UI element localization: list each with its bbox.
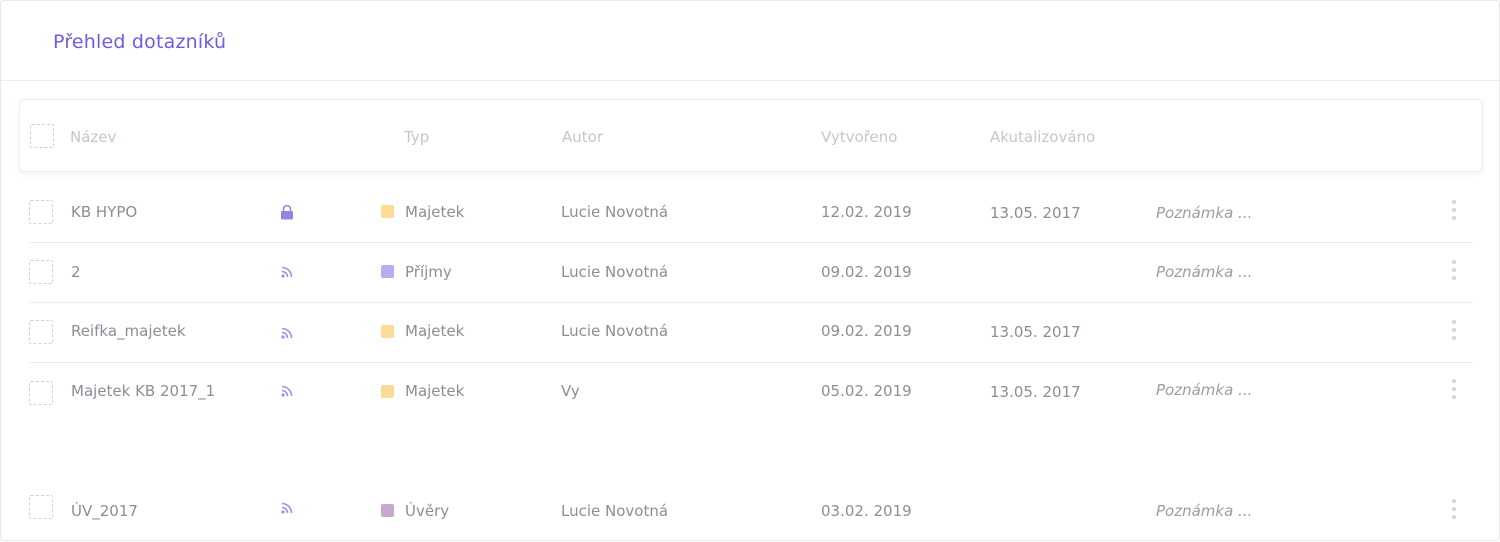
row-checkbox[interactable]	[29, 381, 53, 405]
more-options-icon[interactable]	[1452, 499, 1456, 523]
row-created: 05.02. 2019	[821, 382, 912, 400]
column-header-created[interactable]: Vytvořeno	[821, 128, 897, 146]
row-created: 09.02. 2019	[821, 263, 912, 281]
column-header-type[interactable]: Typ	[404, 128, 429, 146]
row-updated: 13.05. 2017	[990, 383, 1081, 401]
row-author: Lucie Novotná	[561, 502, 669, 520]
row-author: Lucie Novotná	[561, 263, 669, 281]
row-type: Majetek	[405, 203, 465, 221]
row-author: Lucie Novotná	[561, 322, 669, 340]
page-title: Přehled dotazníků	[53, 31, 227, 53]
column-header-name[interactable]: Název	[70, 128, 116, 146]
table-row[interactable]: Reifka_majetek Majetek Lucie Novotná 09.…	[29, 302, 1473, 363]
row-type: Úvěry	[405, 502, 450, 520]
row-created: 12.02. 2019	[821, 203, 912, 221]
row-updated: 13.05. 2017	[990, 204, 1081, 222]
row-checkbox[interactable]	[29, 495, 53, 519]
more-options-icon[interactable]	[1452, 200, 1456, 224]
table-row[interactable]: Majetek KB 2017_1 Majetek Vy 05.02. 2019…	[29, 362, 1473, 422]
row-type: Majetek	[405, 382, 465, 400]
select-all-checkbox[interactable]	[30, 124, 54, 148]
questionnaire-card: Přehled dotazníků Název Typ Autor Vytvoř…	[0, 0, 1500, 541]
row-updated: 13.05. 2017	[990, 323, 1081, 341]
row-type: Majetek	[405, 322, 465, 340]
row-author: Lucie Novotná	[561, 203, 669, 221]
row-note[interactable]: Poznámka ...	[1156, 502, 1252, 520]
more-options-icon[interactable]	[1452, 379, 1456, 403]
column-header-author[interactable]: Autor	[562, 128, 603, 146]
row-checkbox[interactable]	[29, 260, 53, 284]
row-created: 09.02. 2019	[821, 322, 912, 340]
type-color-swatch	[381, 385, 394, 398]
row-name[interactable]: Majetek KB 2017_1	[71, 382, 215, 400]
column-header-updated[interactable]: Akutalizováno	[990, 128, 1095, 146]
table-row[interactable]: KB HYPO Majetek Lucie Novotná 12.02. 201…	[29, 182, 1473, 243]
rss-icon	[281, 385, 293, 397]
row-note[interactable]: Poznámka ...	[1156, 263, 1252, 281]
type-color-swatch	[381, 265, 394, 278]
row-author: Vy	[561, 382, 580, 400]
rss-icon	[281, 327, 293, 339]
row-type: Příjmy	[405, 263, 452, 281]
table-header: Název Typ Autor Vytvořeno Akutalizováno	[19, 99, 1483, 172]
more-options-icon[interactable]	[1452, 320, 1456, 344]
row-created: 03.02. 2019	[821, 502, 912, 520]
table-row[interactable]: 2 Příjmy Lucie Novotná 09.02. 2019 Pozná…	[29, 242, 1473, 303]
more-options-icon[interactable]	[1452, 260, 1456, 284]
row-name[interactable]: 2	[71, 263, 81, 281]
table-row[interactable]: ÚV_2017 Úvěry Lucie Novotná 03.02. 2019 …	[29, 482, 1473, 542]
lock-icon	[281, 204, 293, 220]
type-color-swatch	[381, 205, 394, 218]
row-checkbox[interactable]	[29, 200, 53, 224]
row-checkbox[interactable]	[29, 320, 53, 344]
row-note[interactable]: Poznámka ...	[1156, 381, 1252, 399]
type-color-swatch	[381, 325, 394, 338]
type-color-swatch	[381, 504, 394, 517]
row-name[interactable]: KB HYPO	[71, 203, 137, 221]
row-note[interactable]: Poznámka ...	[1156, 204, 1252, 222]
rss-icon	[281, 266, 293, 278]
rss-icon	[281, 502, 293, 514]
row-name[interactable]: ÚV_2017	[71, 502, 138, 520]
card-header: Přehled dotazníků	[1, 1, 1499, 81]
row-name[interactable]: Reifka_majetek	[71, 322, 186, 340]
